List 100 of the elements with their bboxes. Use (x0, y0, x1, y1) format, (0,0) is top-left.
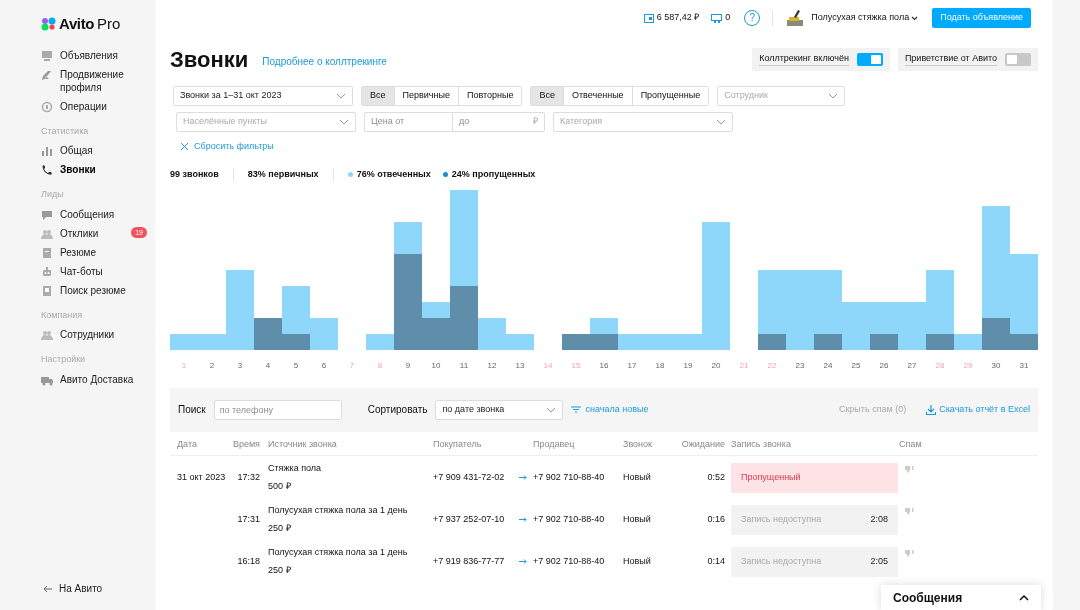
listing-price: 250 ₽ (268, 564, 292, 577)
filter-tab[interactable]: Повторные (457, 87, 522, 105)
sidebar-item[interactable]: Объявления (41, 45, 147, 65)
table-cell: 0:52 (707, 471, 725, 482)
chevron-down-icon (336, 93, 346, 99)
table-cell-text: +7 909 431-72-02 (433, 470, 505, 484)
day-label: 10 (430, 359, 442, 372)
column-header: Звонок (623, 438, 654, 452)
table-cell: Новый (623, 513, 651, 524)
day-label: 3 (236, 359, 244, 372)
column-header: Продавец (533, 438, 576, 452)
day-label: 2 (208, 359, 216, 372)
messages-widget[interactable]: Сообщения (881, 585, 1041, 610)
day-label: 30 (990, 359, 1002, 372)
profile-menu[interactable]: Полусухая стяжка пола (811, 11, 919, 25)
section-heading: Лиды (41, 188, 65, 201)
document-icon (41, 246, 53, 259)
sidebar-item[interactable]: Сотрудники (41, 325, 147, 344)
filter-tab[interactable]: Все (362, 87, 394, 105)
column-header: Запись звонка (731, 438, 792, 452)
sidebar-item[interactable]: Продвижение профиля (41, 64, 147, 97)
table-cell-text: +7 919 836-77-77 (433, 554, 505, 568)
listing-title: Полусухая стяжка пола за 1 день (268, 545, 409, 559)
profile-avatar-icon (785, 9, 806, 27)
listing-price: 250 ₽ (268, 522, 292, 535)
listing-price: 500 ₽ (268, 480, 292, 493)
thumbs-down-icon (905, 506, 916, 516)
day-label: 26 (878, 359, 890, 372)
day-label: 15 (570, 359, 582, 372)
day-label: 6 (320, 359, 328, 372)
arrow-left-icon (43, 584, 53, 593)
robot-icon (41, 265, 53, 278)
table-cell: +7 902 710-88-40 (533, 471, 605, 482)
day-label: 4 (264, 359, 272, 372)
table-cell: 31 окт 2023 (177, 471, 226, 482)
legend-label: 76% отвеченных (356, 167, 431, 181)
logo-icon (41, 17, 57, 32)
people-icon (41, 329, 53, 341)
arrow-right-icon (519, 475, 527, 480)
table-cell: Новый (623, 555, 651, 566)
price-from-field[interactable]: Цена от (364, 112, 453, 132)
day-label: 25 (850, 359, 862, 372)
bonus-count: 0 (725, 11, 731, 25)
page-title: Звонки (170, 45, 249, 74)
search-label: Поиск (178, 403, 206, 417)
day-label: 1 (180, 359, 188, 372)
back-link[interactable]: На Авито (41, 581, 147, 596)
phone-search-field[interactable]: по телефону (213, 399, 342, 420)
sort-label: Сортировать (367, 403, 428, 417)
table-cell: +7 902 710-88-40 (533, 513, 605, 524)
day-label: 7 (348, 359, 356, 372)
toggle-switch[interactable] (1005, 52, 1031, 66)
sort-select[interactable]: по дате звонка (435, 399, 564, 420)
badge-icon (41, 284, 53, 297)
close-icon (180, 142, 189, 152)
logo-suffix: Pro (97, 14, 121, 34)
chevron-down-icon (828, 93, 839, 99)
day-label: 13 (514, 359, 526, 372)
sidebar-item[interactable]: Авито Доставка (41, 369, 147, 389)
sidebar-item[interactable]: Общая (41, 141, 147, 160)
bonus-icon (711, 13, 723, 23)
summary-stat: 83% первичных (247, 167, 320, 181)
people-icon (41, 227, 53, 240)
day-label: 29 (962, 359, 974, 372)
day-label: 8 (376, 359, 384, 372)
caret-icon (911, 15, 919, 21)
price-to-field[interactable]: до (453, 112, 529, 132)
sidebar-item[interactable]: Операции (41, 96, 147, 116)
wallet-icon (643, 13, 654, 23)
monitor-icon (41, 49, 53, 62)
chevron-down-icon (716, 119, 726, 125)
sidebar-item[interactable]: Звонки (41, 160, 147, 179)
table-cell: 0:14 (707, 555, 725, 566)
arrow-right-icon (519, 517, 527, 522)
missed-call-label: Пропущенный (731, 462, 898, 493)
filter-tab[interactable]: Пропущенные (631, 87, 709, 105)
period-select[interactable]: Звонки за 1–31 окт 2023 (173, 86, 353, 106)
sidebar-item[interactable]: Сообщения (41, 204, 147, 224)
toggle-label: Приветствие от Авито (904, 51, 997, 67)
recording-status: Запись недоступна (741, 512, 822, 526)
sidebar-item[interactable]: Резюме (41, 242, 147, 262)
logo-text: Avito (59, 14, 95, 34)
column-header: Спам (899, 438, 923, 452)
download-icon (926, 404, 937, 415)
day-label: 23 (794, 359, 806, 372)
table-cell: 17:31 (237, 513, 260, 524)
day-label: 20 (710, 359, 722, 372)
day-label: 18 (654, 359, 666, 372)
filter-tab[interactable]: Все (531, 87, 563, 105)
widget-title: Сообщения (893, 589, 963, 607)
sidebar-item[interactable]: Поиск резюме (41, 280, 147, 300)
sidebar-item[interactable]: Чат-боты (41, 261, 147, 281)
chevron-down-icon (339, 119, 349, 125)
column-header: Время (231, 438, 261, 452)
column-header: Дата (176, 438, 198, 452)
table-cell: 17:32 (237, 471, 260, 482)
speech-bubble-icon (41, 208, 53, 221)
section-heading: Компания (41, 308, 84, 322)
toggle-switch[interactable] (856, 52, 883, 66)
chevron-up-icon (1019, 594, 1029, 601)
